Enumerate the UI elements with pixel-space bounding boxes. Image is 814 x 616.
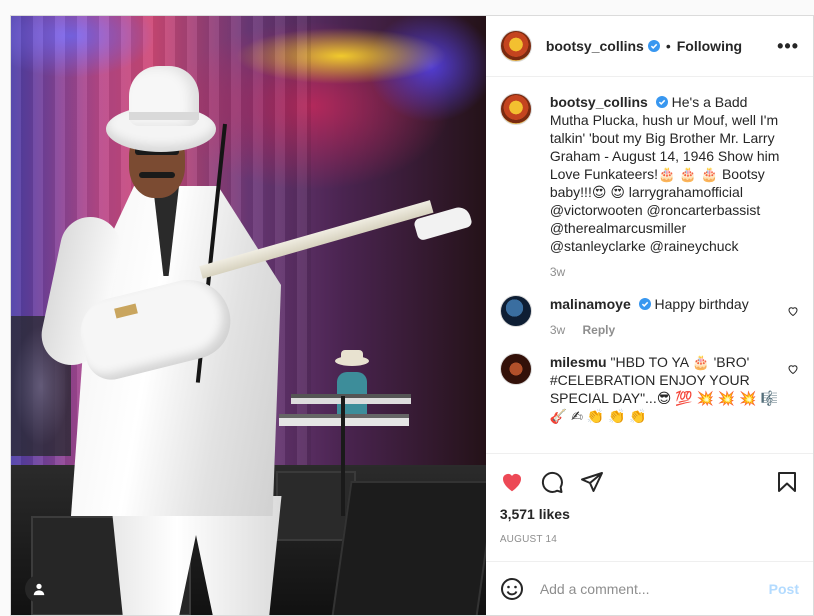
user-tag-icon[interactable] — [25, 575, 53, 603]
commenter-avatar[interactable] — [499, 295, 532, 327]
author-username[interactable]: bootsy_collins — [546, 38, 644, 54]
like-count[interactable]: 3,571 likes — [500, 506, 799, 522]
post-photo[interactable] — [11, 16, 486, 615]
comment-username[interactable]: malinamoye — [550, 296, 631, 312]
caption: bootsy_collins He's a Badd Mutha Plucka,… — [499, 93, 799, 281]
add-comment-bar: Post — [485, 561, 813, 615]
post-comment-button[interactable]: Post — [769, 581, 799, 597]
post-header: bootsy_collins • Following ••• — [485, 16, 813, 77]
verified-badge-icon — [647, 40, 660, 52]
verified-badge-icon — [638, 298, 651, 310]
comment-input[interactable] — [539, 580, 769, 597]
comment-like-icon[interactable] — [787, 305, 799, 317]
comment-username[interactable]: milesmu — [550, 354, 607, 370]
bookmark-icon[interactable] — [775, 470, 799, 494]
heart-filled-icon[interactable] — [500, 470, 524, 494]
author-avatar[interactable] — [499, 93, 532, 125]
post-actions: 3,571 likes AUGUST 14 — [485, 453, 813, 545]
comment-time[interactable]: 3w — [550, 323, 565, 337]
smiley-icon[interactable] — [500, 577, 524, 601]
post-date: AUGUST 14 — [499, 534, 558, 545]
caption-text: He's a Badd Mutha Plucka, hush ur Mouf, … — [549, 94, 780, 254]
paper-plane-icon[interactable] — [580, 470, 604, 494]
commenter-avatar[interactable] — [499, 353, 532, 385]
comment-text: Happy birthday — [654, 296, 749, 312]
caption-time[interactable]: 3w — [550, 265, 565, 279]
comment-item: milesmu "HBD TO YA 🎂 'BRO' #CELEBRATION … — [499, 353, 799, 425]
comments-list: bootsy_collins He's a Badd Mutha Plucka,… — [486, 77, 813, 453]
post-sidebar: bootsy_collins • Following ••• bootsy_co… — [485, 16, 813, 615]
author-avatar[interactable] — [499, 30, 532, 62]
post-modal: bootsy_collins • Following ••• bootsy_co… — [10, 15, 814, 616]
comment-like-icon[interactable] — [787, 363, 799, 375]
more-options-button[interactable]: ••• — [777, 36, 799, 57]
following-button[interactable]: Following — [677, 38, 742, 54]
comment-item: malinamoye Happy birthday 3w Reply — [499, 295, 799, 339]
header-separator: • — [665, 38, 671, 54]
caption-username[interactable]: bootsy_collins — [550, 94, 648, 110]
reply-button[interactable]: Reply — [583, 323, 616, 337]
comment-icon[interactable] — [540, 470, 564, 494]
verified-badge-icon — [655, 96, 668, 108]
